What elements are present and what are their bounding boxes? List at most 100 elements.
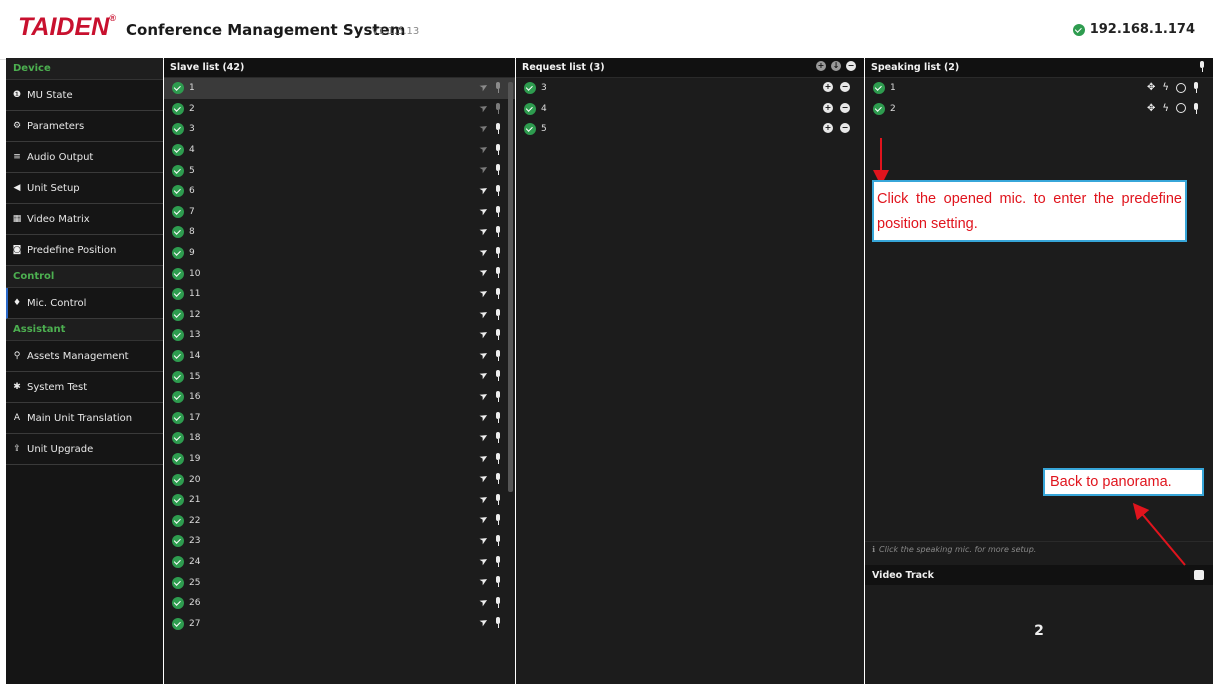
send-arrow-icon[interactable]: ➤: [477, 328, 490, 342]
send-arrow-icon[interactable]: ➤: [477, 287, 490, 301]
mic-off-icon[interactable]: [1193, 82, 1199, 93]
list-item[interactable]: 2 ➤: [164, 99, 515, 120]
sidebar-item-audio-output[interactable]: ≡ Audio Output: [6, 142, 163, 173]
list-item[interactable]: 23 ➤: [164, 531, 515, 552]
sidebar-item-parameters[interactable]: ⚙ Parameters: [6, 111, 163, 142]
mic-icon[interactable]: [495, 535, 501, 547]
list-item[interactable]: 16 ➤: [164, 387, 515, 408]
mic-icon[interactable]: [495, 246, 501, 258]
list-item[interactable]: 4 + −: [516, 99, 864, 120]
bolt-icon[interactable]: ϟ: [1162, 82, 1169, 93]
list-item[interactable]: 9 ➤: [164, 243, 515, 264]
mic-icon[interactable]: [495, 349, 501, 361]
list-item[interactable]: 26 ➤: [164, 593, 515, 614]
list-item[interactable]: 15 ➤: [164, 366, 515, 387]
mic-icon[interactable]: [495, 82, 501, 93]
circle-icon[interactable]: [1176, 82, 1186, 93]
send-arrow-icon[interactable]: ➤: [477, 122, 490, 136]
sidebar-item-mic-control[interactable]: ♦ Mic. Control: [6, 288, 163, 319]
sidebar-item-video-matrix[interactable]: ▦ Video Matrix: [6, 204, 163, 235]
reject-icon[interactable]: −: [840, 82, 850, 92]
list-item[interactable]: 18 ➤: [164, 428, 515, 449]
mic-icon[interactable]: [495, 143, 501, 155]
remove-all-icon[interactable]: −: [846, 61, 856, 71]
mic-icon[interactable]: [495, 555, 501, 567]
send-arrow-icon[interactable]: ➤: [477, 204, 490, 218]
list-item[interactable]: 25 ➤: [164, 572, 515, 593]
send-arrow-icon[interactable]: ➤: [477, 616, 490, 630]
download-icon[interactable]: ↓: [831, 61, 841, 71]
mic-icon[interactable]: [495, 596, 501, 608]
approve-icon[interactable]: +: [823, 123, 833, 134]
mic-icon[interactable]: [495, 452, 501, 464]
list-item[interactable]: 21 ➤: [164, 490, 515, 511]
send-arrow-icon[interactable]: ➤: [477, 390, 490, 404]
mic-icon[interactable]: [495, 287, 501, 299]
mic-icon[interactable]: [495, 390, 501, 402]
list-item[interactable]: 2 ✥ ϟ: [865, 99, 1213, 120]
list-item[interactable]: 5 + −: [516, 119, 864, 140]
list-item[interactable]: 17 ➤: [164, 408, 515, 429]
mic-icon[interactable]: [495, 473, 501, 485]
mic-off-icon[interactable]: [1199, 61, 1205, 72]
sidebar-item-assets-management[interactable]: ⚲ Assets Management: [6, 341, 163, 372]
list-item[interactable]: 6 ➤: [164, 181, 515, 202]
list-item[interactable]: 1 ✥ ϟ: [865, 78, 1213, 99]
move-icon[interactable]: ✥: [1147, 103, 1155, 114]
send-arrow-icon[interactable]: ➤: [477, 142, 490, 156]
list-item[interactable]: 5 ➤: [164, 160, 515, 181]
list-item[interactable]: 7 ➤: [164, 202, 515, 223]
list-item[interactable]: 3 ➤: [164, 119, 515, 140]
mic-icon[interactable]: [495, 102, 501, 114]
send-arrow-icon[interactable]: ➤: [477, 410, 490, 424]
list-item[interactable]: 20 ➤: [164, 469, 515, 490]
send-arrow-icon[interactable]: ➤: [477, 472, 490, 486]
list-item[interactable]: 13 ➤: [164, 325, 515, 346]
mic-icon[interactable]: [495, 164, 501, 176]
slave-list-scrollbar[interactable]: [508, 82, 513, 492]
mic-icon[interactable]: [495, 205, 501, 217]
send-arrow-icon[interactable]: ➤: [477, 493, 490, 507]
mic-icon[interactable]: [495, 370, 501, 382]
list-item[interactable]: 11 ➤: [164, 284, 515, 305]
send-arrow-icon[interactable]: ➤: [477, 266, 490, 280]
add-all-icon[interactable]: +: [816, 61, 826, 71]
send-arrow-icon[interactable]: ➤: [477, 431, 490, 445]
send-arrow-icon[interactable]: ➤: [477, 225, 490, 239]
send-arrow-icon[interactable]: ➤: [477, 184, 490, 198]
list-item[interactable]: 10 ➤: [164, 263, 515, 284]
mic-icon[interactable]: [495, 329, 501, 341]
approve-icon[interactable]: +: [823, 102, 833, 113]
mic-icon[interactable]: [495, 123, 501, 135]
sidebar-item-system-test[interactable]: ✱ System Test: [6, 372, 163, 403]
list-item[interactable]: 1 ➤: [164, 78, 515, 99]
send-arrow-icon[interactable]: ➤: [477, 451, 490, 465]
bolt-icon[interactable]: ϟ: [1162, 103, 1169, 114]
mic-off-icon[interactable]: [1193, 102, 1199, 114]
mic-icon[interactable]: [495, 432, 501, 444]
send-arrow-icon[interactable]: ➤: [477, 595, 490, 609]
sidebar-item-predefine-position[interactable]: ◙ Predefine Position: [6, 235, 163, 266]
send-arrow-icon[interactable]: ➤: [477, 101, 490, 115]
send-arrow-icon[interactable]: ➤: [477, 81, 490, 95]
list-item[interactable]: 3 + −: [516, 78, 864, 99]
approve-icon[interactable]: +: [823, 82, 833, 92]
list-item[interactable]: 14 ➤: [164, 346, 515, 367]
sidebar-item-unit-setup[interactable]: ◀ Unit Setup: [6, 173, 163, 204]
list-item[interactable]: 24 ➤: [164, 552, 515, 573]
list-item[interactable]: 12 ➤: [164, 305, 515, 326]
mic-icon[interactable]: [495, 226, 501, 238]
list-item[interactable]: 8 ➤: [164, 222, 515, 243]
mic-icon[interactable]: [495, 493, 501, 505]
send-arrow-icon[interactable]: ➤: [477, 348, 490, 362]
list-item[interactable]: 19 ➤: [164, 449, 515, 470]
panorama-icon[interactable]: [1194, 570, 1204, 580]
send-arrow-icon[interactable]: ➤: [477, 534, 490, 548]
mic-icon[interactable]: [495, 184, 501, 196]
mic-icon[interactable]: [495, 411, 501, 423]
mic-icon[interactable]: [495, 617, 501, 629]
send-arrow-icon[interactable]: ➤: [477, 575, 490, 589]
list-item[interactable]: 4 ➤: [164, 140, 515, 161]
mic-icon[interactable]: [495, 514, 501, 526]
list-item[interactable]: 22 ➤: [164, 510, 515, 531]
